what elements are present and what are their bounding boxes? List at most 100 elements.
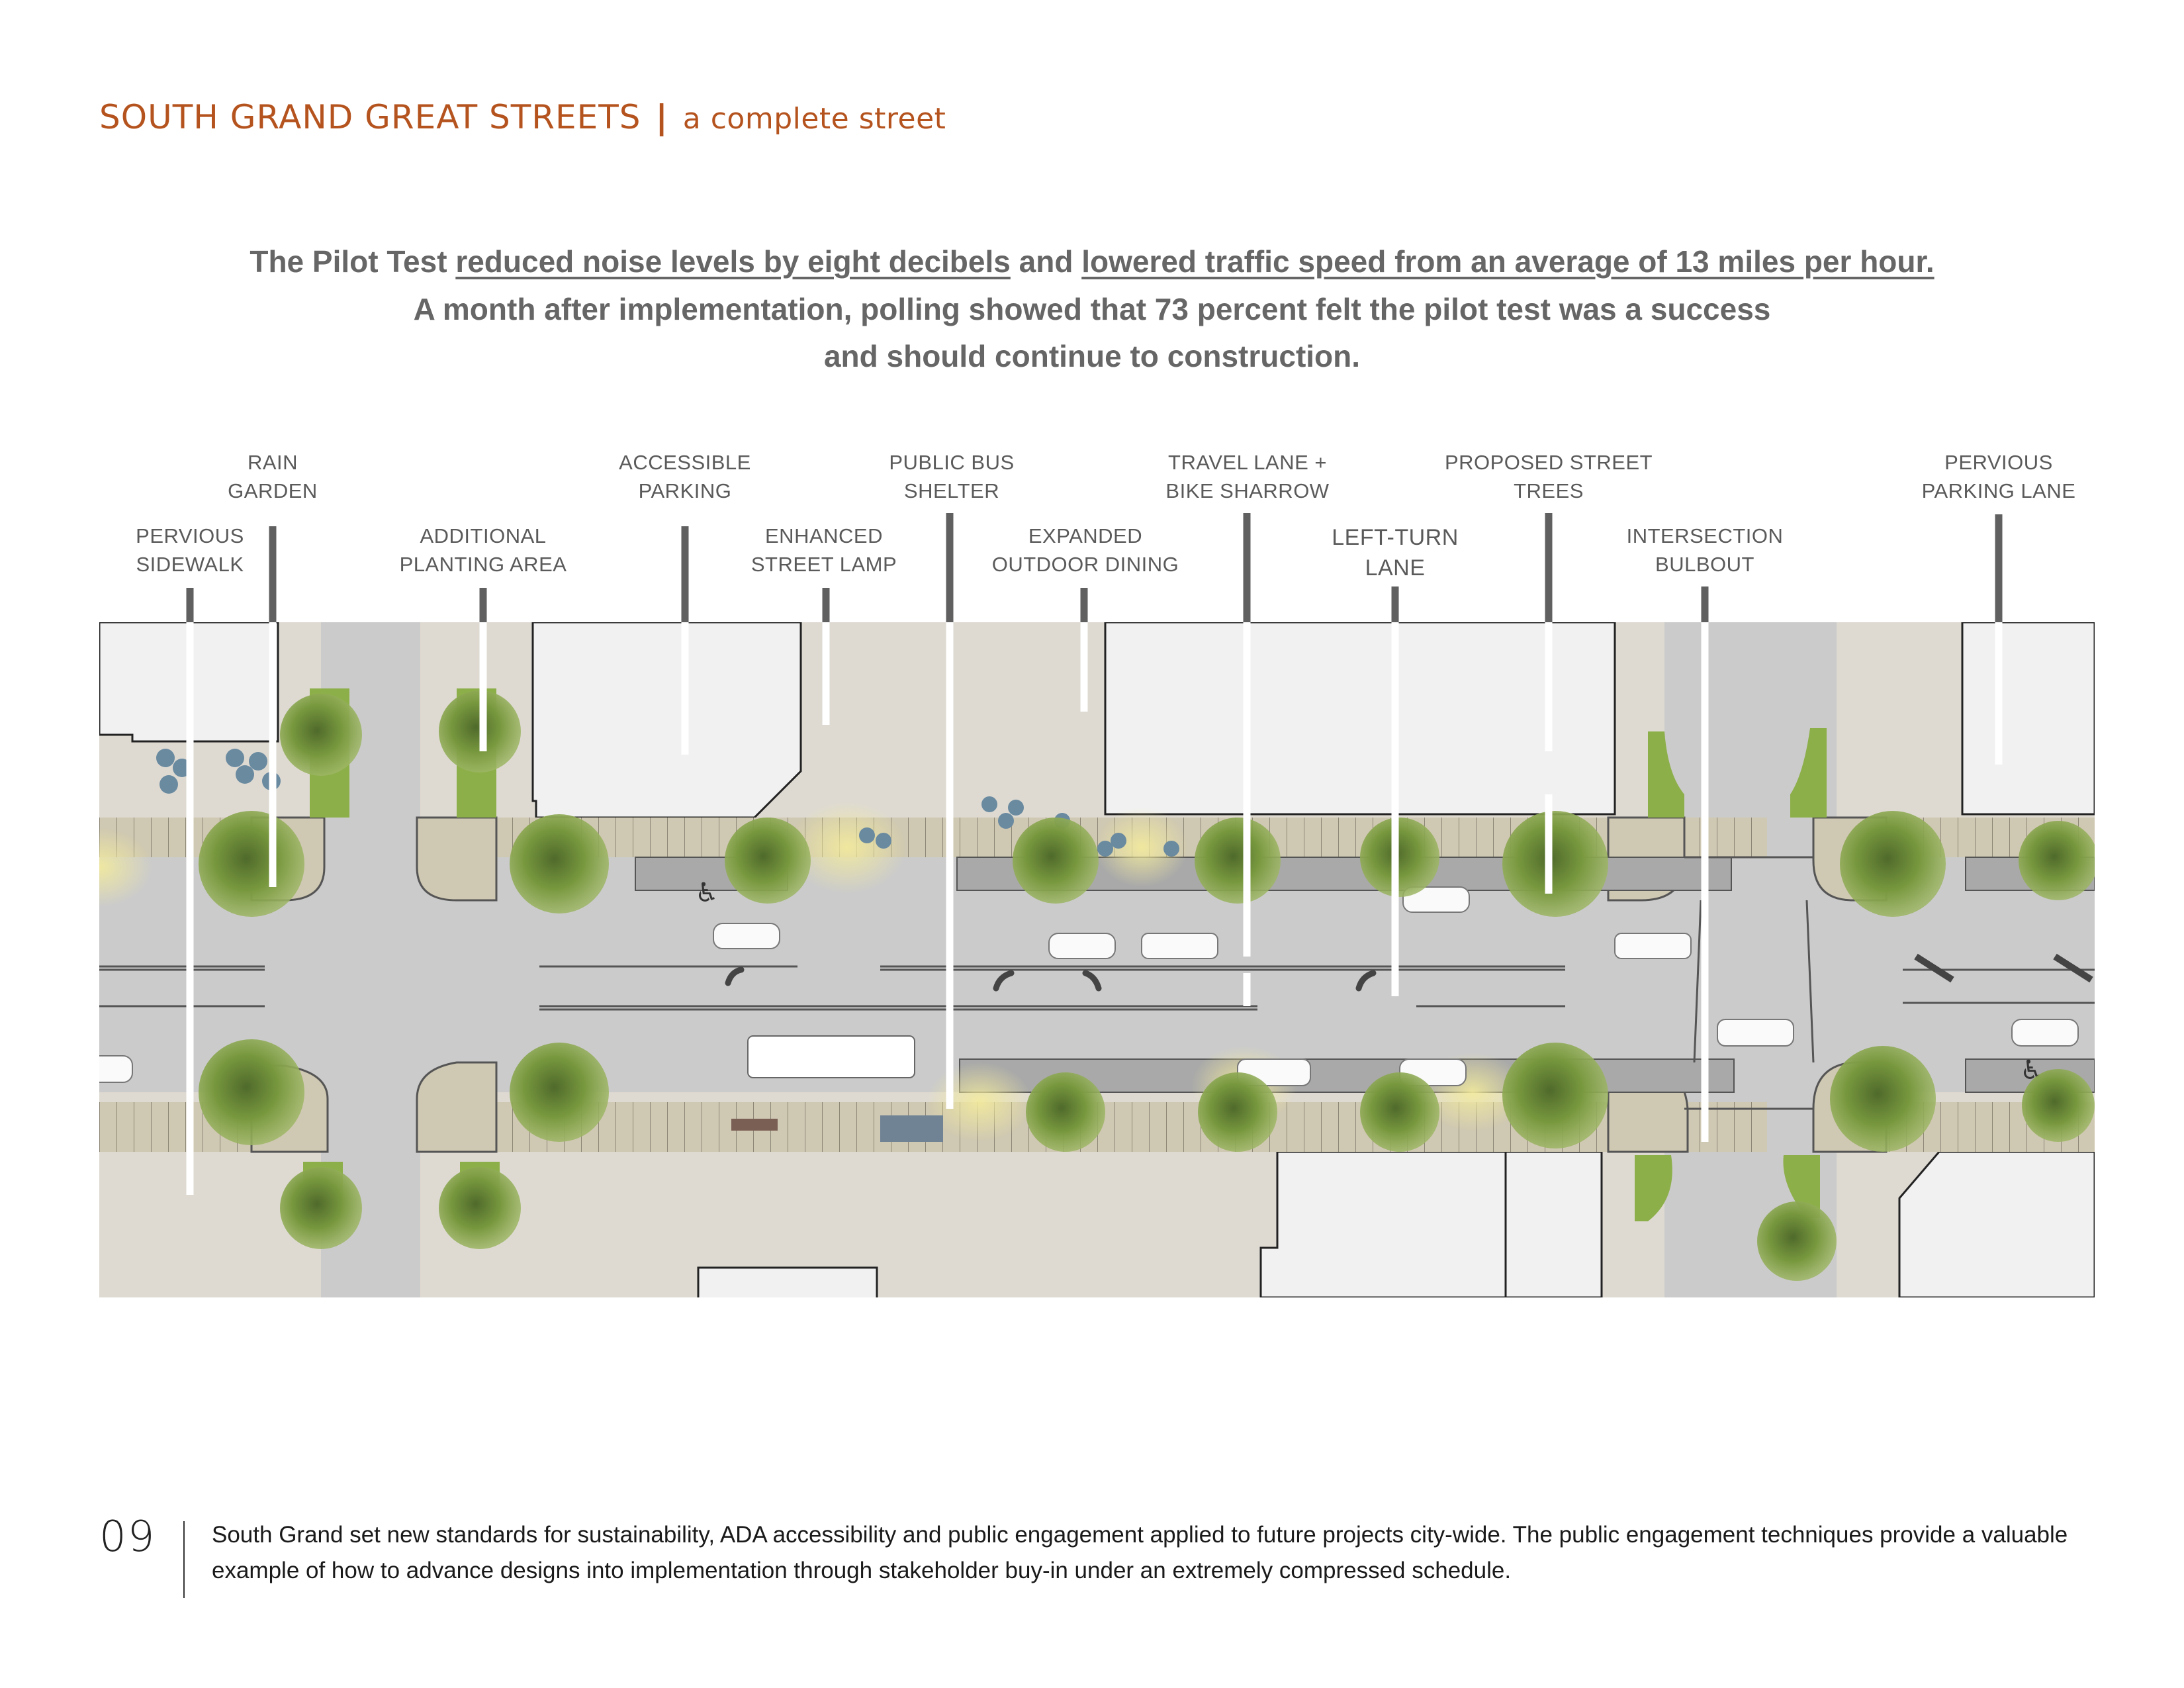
callout-pin [681, 526, 689, 622]
callout-text: BIKE SHARROW [1165, 479, 1330, 502]
car [713, 923, 780, 949]
callout-leader [479, 622, 487, 751]
callout-pin [269, 526, 277, 622]
intersection-bulbout [416, 1061, 498, 1153]
callout-rain-garden: RAIN GARDEN [228, 448, 318, 505]
callout-pin [1391, 586, 1399, 622]
callout-text: PARKING [638, 479, 732, 502]
callout-leader [1545, 794, 1553, 894]
dining-table [156, 749, 175, 767]
callout-leader [681, 622, 689, 755]
callout-expanded-outdoor-dining: EXPANDED OUTDOOR DINING [992, 522, 1179, 579]
callout-pin [822, 588, 830, 622]
callout-leader [1391, 622, 1399, 996]
tree [1360, 1072, 1439, 1152]
callout-pin [479, 588, 487, 622]
header-title: SOUTH GRAND GREAT STREETS [99, 98, 641, 136]
callout-leader [269, 622, 277, 887]
tree [1830, 1046, 1936, 1152]
header-separator: | [655, 98, 668, 136]
tree [1026, 1072, 1105, 1152]
dining-table [876, 833, 891, 849]
callout-accessible-parking: ACCESSIBLE PARKING [619, 448, 751, 505]
callout-leader [946, 622, 954, 1109]
car [2011, 1019, 2079, 1047]
tree [280, 694, 362, 776]
building [1961, 622, 2095, 816]
callout-text: TRAVEL LANE + [1168, 451, 1327, 474]
callout-text: PARKING LANE [1921, 479, 2076, 502]
tree [2019, 821, 2095, 900]
callout-pin [1545, 513, 1553, 622]
dining-table [1008, 800, 1024, 816]
tree [510, 1043, 609, 1142]
header-subtitle: a complete street [682, 102, 946, 136]
summary-line-1: The Pilot Test reduced noise levels by e… [0, 244, 2184, 279]
building [1504, 1150, 1603, 1297]
callout-text: EXPANDED [1028, 524, 1143, 547]
car [1141, 933, 1218, 959]
page-number: 09 [99, 1513, 156, 1562]
callout-text: OUTDOOR DINING [991, 553, 1179, 576]
callout-pin [186, 588, 194, 622]
callout-text: LANE [1365, 555, 1426, 581]
callout-leader [1701, 622, 1709, 1142]
building [697, 1266, 878, 1297]
tree [510, 814, 609, 914]
callout-pin [1080, 588, 1088, 622]
callout-additional-planting-area: ADDITIONAL PLANTING AREA [400, 522, 567, 579]
callout-leader [822, 622, 830, 725]
dining-table [981, 796, 997, 812]
car [99, 1055, 133, 1083]
tree [199, 1039, 304, 1145]
callout-pin [946, 513, 954, 622]
callout-text: RAIN [247, 451, 298, 474]
callout-text: PERVIOUS [136, 524, 244, 547]
footer-divider [183, 1521, 185, 1598]
footer-description: South Grand set new standards for sustai… [212, 1522, 2068, 1583]
dining-table [998, 813, 1014, 829]
callout-text: PUBLIC BUS [889, 451, 1015, 474]
callout-text: PROPOSED STREET [1444, 451, 1653, 474]
callout-enhanced-street-lamp: ENHANCED STREET LAMP [751, 522, 897, 579]
callout-pin [1243, 513, 1251, 622]
building [1104, 622, 1616, 816]
accessible-parking-icon: ♿ [695, 878, 719, 908]
building [1898, 1150, 2095, 1297]
tree [2022, 1069, 2095, 1142]
tree [1840, 811, 1946, 917]
bus-shelter-bench [880, 1115, 943, 1142]
street-plan-drawing: ♿ ♿ [99, 622, 2095, 1297]
callout-text: LEFT-TURN [1332, 525, 1459, 550]
callout-leader [1080, 622, 1088, 712]
callout-left-turn-lane: LEFT-TURN LANE [1332, 522, 1459, 583]
callout-leader [1243, 622, 1251, 957]
building [531, 622, 802, 819]
dining-table [159, 775, 178, 794]
dining-table [1111, 833, 1126, 849]
callout-text: TREES [1514, 479, 1584, 502]
dining-table [1097, 841, 1113, 857]
tree [199, 811, 304, 917]
car [1717, 1019, 1794, 1047]
callout-text: ADDITIONAL [420, 524, 547, 547]
tree [1502, 811, 1608, 917]
callout-leader [1243, 973, 1251, 1006]
public-bus [747, 1035, 915, 1078]
car [1614, 933, 1692, 959]
callout-text: INTERSECTION [1626, 524, 1784, 547]
tree [1757, 1201, 1837, 1281]
callout-leader [186, 622, 194, 1195]
tree [1360, 818, 1439, 897]
callout-intersection-bulbout: INTERSECTION BULBOUT [1627, 522, 1784, 579]
summary-text: and [1010, 244, 1082, 279]
summary-line-2: A month after implementation, polling sh… [413, 292, 1771, 326]
dining-table [1163, 841, 1179, 857]
callout-leader [1545, 622, 1553, 751]
callout-text: SHELTER [903, 479, 1000, 502]
callout-text: STREET LAMP [751, 553, 897, 576]
callout-text: GARDEN [228, 479, 318, 502]
tree [439, 1167, 521, 1249]
dining-table [226, 749, 244, 767]
callout-pin [1995, 514, 2003, 622]
